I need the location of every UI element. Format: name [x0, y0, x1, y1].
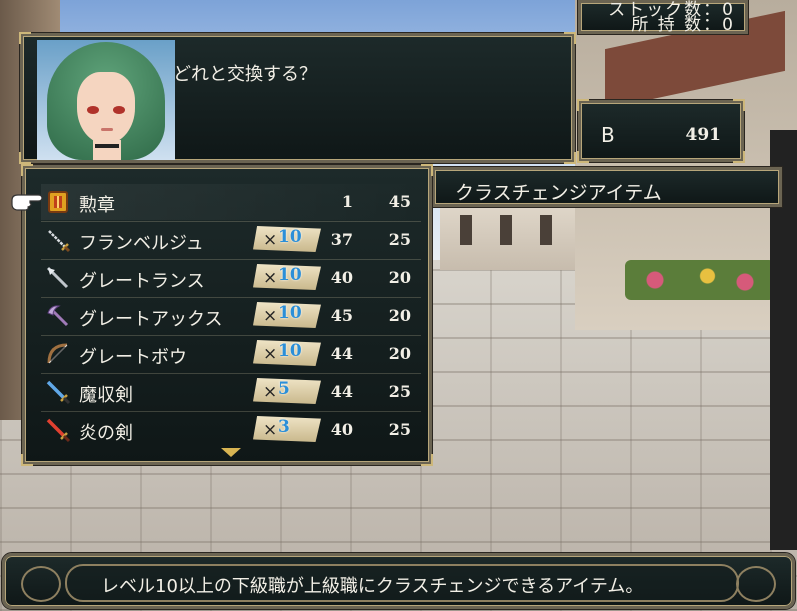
- item-row[interactable]: グレートアックス × 10 45 20: [41, 298, 421, 334]
- item-quantity: 40: [330, 420, 353, 439]
- multiplier-prefix: ×: [263, 306, 278, 326]
- item-name: グレートアックス: [79, 309, 223, 330]
- multiplier-prefix: ×: [263, 344, 278, 364]
- flower-planter: [625, 260, 775, 300]
- sword-icon: [45, 227, 71, 253]
- dialog-box: どれと交換する？: [19, 32, 576, 164]
- shopkeeper-portrait: [37, 40, 175, 160]
- multiplier-value: 10: [278, 341, 302, 361]
- multiplier-badge: × 10: [253, 226, 321, 252]
- item-price: 25: [388, 230, 411, 249]
- multiplier-value: 3: [278, 417, 290, 437]
- owned-count: 所 持 数：0: [631, 15, 735, 35]
- item-name: グレートランス: [79, 271, 205, 292]
- category-tab[interactable]: クラスチェンジアイテム: [431, 166, 783, 208]
- multiplier-prefix: ×: [263, 268, 278, 288]
- item-price: 45: [388, 192, 411, 211]
- item-price: 20: [388, 306, 411, 325]
- dialog-text: どれと交換する？: [173, 64, 317, 85]
- item-price: 25: [388, 420, 411, 439]
- item-quantity: 45: [330, 306, 353, 325]
- item-quantity: 1: [341, 192, 353, 211]
- multiplier-prefix: ×: [263, 382, 278, 402]
- currency-label: B: [601, 123, 615, 147]
- item-row[interactable]: 魔収剣 × 5 44 25: [41, 374, 421, 410]
- description-bar: レベル10以上の下級職が上級職にクラスチェンジできるアイテム。: [1, 552, 796, 610]
- multiplier-badge: × 5: [253, 378, 321, 404]
- multiplier-value: 5: [278, 379, 290, 399]
- item-name: 勲章: [79, 195, 115, 216]
- pointing-hand-cursor-icon: [11, 194, 43, 211]
- item-name: フランベルジュ: [79, 233, 204, 254]
- axe-icon: [45, 303, 71, 329]
- item-price: 25: [388, 382, 411, 401]
- item-quantity: 44: [330, 382, 353, 401]
- ornament-icon: [21, 566, 61, 602]
- scroll-down-icon[interactable]: [221, 448, 241, 457]
- blue-sword-icon: [45, 379, 71, 405]
- item-name: 魔収剣: [79, 385, 133, 406]
- item-quantity: 37: [330, 230, 353, 249]
- multiplier-badge: × 3: [253, 416, 321, 442]
- item-row[interactable]: グレートランス × 10 40 20: [41, 260, 421, 296]
- category-label: クラスチェンジアイテム: [455, 182, 662, 204]
- item-quantity: 40: [330, 268, 353, 287]
- currency-value: 491: [685, 125, 722, 145]
- ornament-icon: [736, 566, 776, 602]
- multiplier-value: 10: [278, 303, 302, 323]
- medal-icon: [45, 189, 71, 215]
- multiplier-prefix: ×: [263, 230, 278, 250]
- item-row[interactable]: 炎の剣 × 3 40 25: [41, 412, 421, 448]
- stock-panel: ストック数：0 所 持 数：0: [577, 0, 749, 35]
- item-row[interactable]: フランベルジュ × 10 37 25: [41, 222, 421, 258]
- item-price: 20: [388, 344, 411, 363]
- item-row[interactable]: グレートボウ × 10 44 20: [41, 336, 421, 372]
- lance-icon: [45, 265, 71, 291]
- multiplier-prefix: ×: [263, 420, 278, 440]
- item-list: 勲章 1 45 フランベルジュ × 10 37 25 グレートランス × 10 40 20 グレートアック…: [21, 164, 433, 466]
- multiplier-value: 10: [278, 227, 302, 247]
- multiplier-badge: × 10: [253, 340, 321, 366]
- currency-panel: B 491: [577, 99, 745, 163]
- multiplier-badge: × 10: [253, 264, 321, 290]
- item-row[interactable]: 勲章 1 45: [41, 184, 421, 220]
- item-quantity: 44: [330, 344, 353, 363]
- bow-icon: [45, 341, 71, 367]
- item-description: レベル10以上の下級職が上級職にクラスチェンジできるアイテム。: [101, 576, 644, 597]
- flame-sword-icon: [45, 417, 71, 443]
- item-name: 炎の剣: [79, 423, 133, 444]
- multiplier-value: 10: [278, 265, 302, 285]
- multiplier-badge: × 10: [253, 302, 321, 328]
- item-price: 20: [388, 268, 411, 287]
- item-name: グレートボウ: [79, 347, 187, 368]
